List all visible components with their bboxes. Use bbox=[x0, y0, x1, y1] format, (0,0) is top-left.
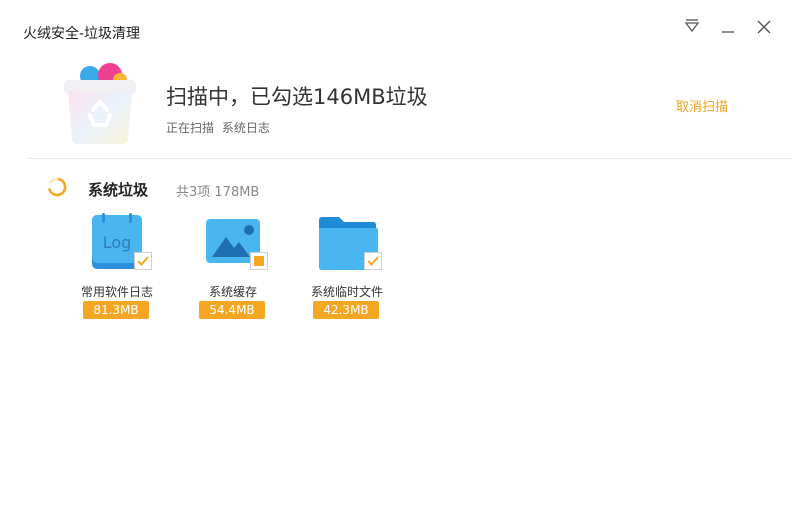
item-size-badge: 81.3MB bbox=[83, 301, 149, 319]
loading-spinner-icon bbox=[48, 177, 67, 197]
scan-status-label: 正在扫描 bbox=[166, 121, 215, 135]
item-size-badge: 42.3MB bbox=[313, 301, 379, 319]
menu-dropdown-button[interactable] bbox=[681, 16, 703, 38]
checkbox-checked-icon[interactable] bbox=[134, 252, 152, 270]
item-size-badge: 54.4MB bbox=[199, 301, 265, 319]
divider bbox=[28, 158, 792, 159]
close-icon bbox=[757, 20, 771, 34]
section-system-junk: 系统垃圾 共3项 178MB bbox=[0, 172, 800, 204]
minimize-icon bbox=[722, 31, 734, 33]
item-label: 系统临时文件 bbox=[310, 285, 383, 299]
scan-header: 扫描中，已勾选146MB垃圾 正在扫描 系统日志 取消扫描 bbox=[0, 56, 800, 158]
section-summary: 共3项 178MB bbox=[176, 185, 260, 200]
scan-status-target: 系统日志 bbox=[221, 121, 270, 135]
cancel-scan-button[interactable]: 取消扫描 bbox=[676, 96, 728, 115]
scan-progress-title: 扫描中，已勾选146MB垃圾 bbox=[166, 85, 428, 109]
checkbox-checked-icon[interactable] bbox=[364, 252, 382, 270]
junk-item-temp-files[interactable]: 系统临时文件 42.3MB bbox=[287, 212, 407, 322]
junk-item-software-logs[interactable]: Log 常用软件日志 81.3MB bbox=[57, 212, 177, 322]
triangle-menu-icon bbox=[684, 19, 700, 33]
svg-text:Log: Log bbox=[103, 233, 132, 252]
close-button[interactable] bbox=[753, 16, 775, 38]
window-title: 火绒安全-垃圾清理 bbox=[23, 26, 141, 42]
minimize-button[interactable] bbox=[717, 16, 739, 38]
title-bar: 火绒安全-垃圾清理 bbox=[0, 0, 800, 56]
item-label: 常用软件日志 bbox=[80, 285, 153, 299]
recycle-bin-icon bbox=[64, 63, 136, 144]
scan-status: 正在扫描 系统日志 bbox=[166, 119, 270, 136]
junk-item-system-cache[interactable]: 系统缓存 54.4MB bbox=[173, 212, 293, 322]
checkbox-partial-icon[interactable] bbox=[250, 252, 268, 270]
section-title: 系统垃圾 bbox=[88, 181, 149, 199]
item-label: 系统缓存 bbox=[208, 285, 257, 299]
